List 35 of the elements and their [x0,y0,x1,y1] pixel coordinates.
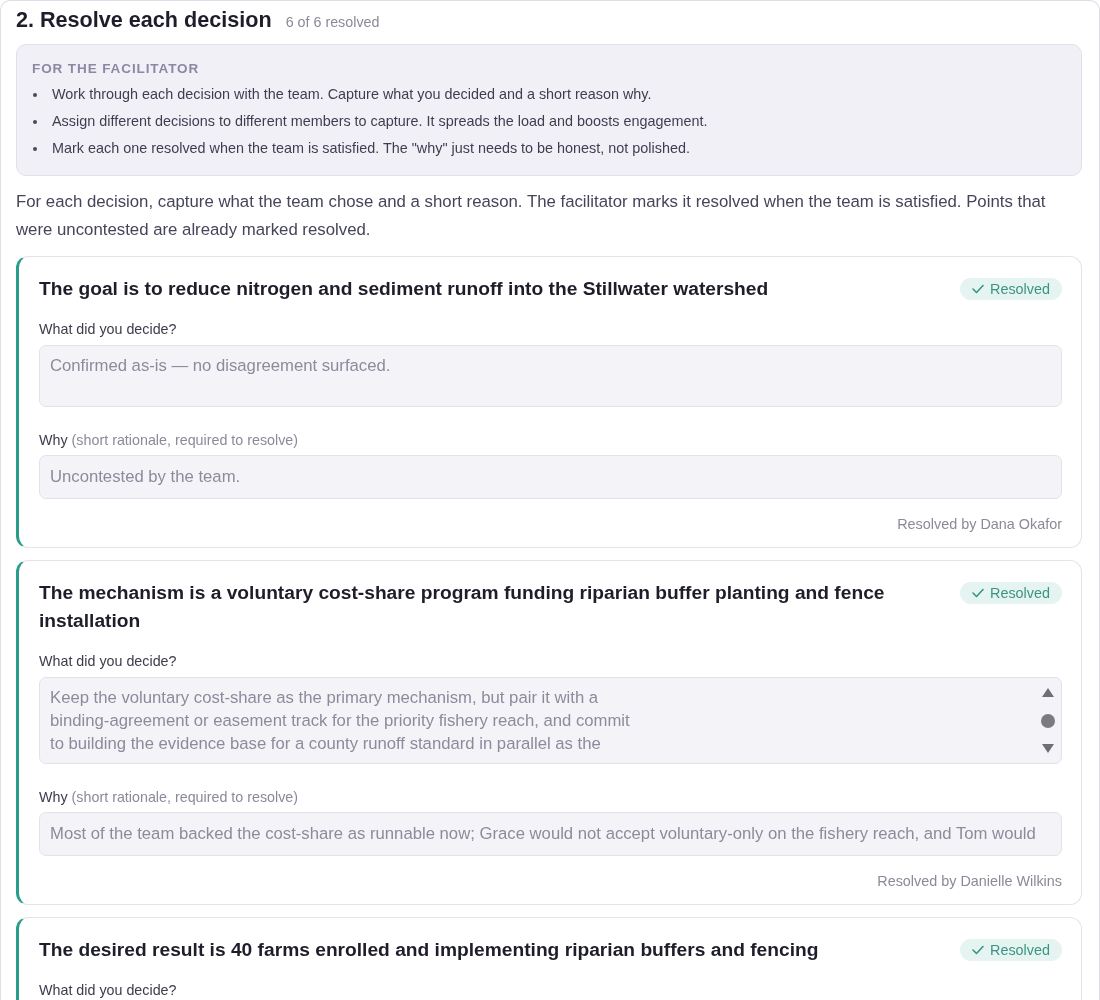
bullet-icon [33,146,37,151]
note-heading: FOR THE FACILITATOR [32,60,201,78]
decision-title: The desired result is 40 farms enrolled and implementing riparian buffers and fencing [39,938,820,962]
scroll-up-icon[interactable] [1042,688,1054,697]
bullet-icon [33,92,37,97]
section-title: 2. Resolve each decision [16,8,272,32]
resolved-toggle[interactable]: Resolved [960,582,1062,604]
note-item: Work through each decision with the team. Capture what you decided and a short reason why. [52,85,652,104]
progress-count: 6 of 6 resolved [285,13,380,32]
scroll-thumb-icon[interactable] [1041,713,1055,728]
check-icon [972,588,984,598]
decision-title: The mechanism is a voluntary cost-share program funding riparian buffer planting and fence installation [39,581,886,633]
bullet-icon [33,119,37,124]
resolved-by-text: Resolved by Dana Okafor [896,515,1062,533]
field-label: Why [39,789,68,805]
intro-text: For each decision, capture what the team chose and a short reason. The facilitator marks it resolved when the team is satisfied. Points that were uncontested are already marked resolved. [16,191,1047,241]
scroll-down-icon[interactable] [1042,744,1054,753]
note-item: Assign different decisions to different members to capture. It spreads the load and boosts engagement. [52,112,708,131]
resolved-toggle[interactable]: Resolved [960,939,1062,961]
field-label: What did you decide? [39,320,178,338]
check-icon [972,945,984,955]
rationale-field[interactable]: Uncontested by the team. [39,455,1062,499]
field-label: What did you decide? [39,652,178,670]
field-label: Why [39,432,68,448]
note-item: Mark each one resolved when the team is satisfied. The "why" just needs to be honest, not polished. [52,139,690,158]
rationale-field[interactable]: Most of the team backed the cost-share as runnable now; Grace would not accept voluntary-only on the fishery reach, and Tom would [39,812,1062,856]
field-hint: (short rationale, required to resolve) [71,789,299,805]
resolved-by-text: Resolved by Danielle Wilkins [876,872,1062,890]
check-icon [972,284,984,294]
decision-title: The goal is to reduce nitrogen and sediment runoff into the Stillwater watershed [39,277,770,301]
decision-field[interactable]: Keep the voluntary cost-share as the primary mechanism, but pair it with a binding-agreement or easement track for the priority fishery reach, and commit to building the evidence base for a county runoff standard in parallel as the [39,677,1062,764]
resolved-toggle[interactable]: Resolved [960,278,1062,300]
field-label: What did you decide? [39,981,178,999]
field-hint: (short rationale, required to resolve) [71,432,299,448]
decision-field[interactable]: Confirmed as-is — no disagreement surfaced. [39,345,1062,407]
